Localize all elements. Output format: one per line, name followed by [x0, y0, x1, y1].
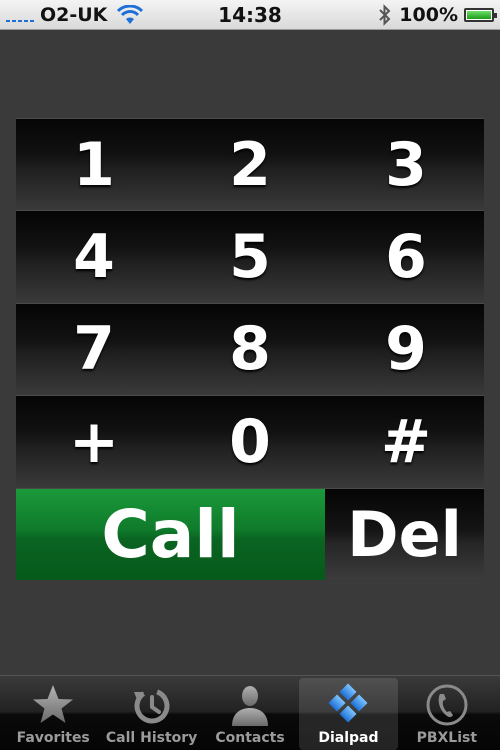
- key-1[interactable]: 1: [16, 118, 172, 211]
- tab-dialpad[interactable]: Dialpad: [299, 678, 398, 750]
- key-2[interactable]: 2: [172, 118, 328, 211]
- call-button[interactable]: Call: [16, 487, 325, 580]
- key-9[interactable]: 9: [328, 302, 484, 396]
- key-3[interactable]: 3: [328, 118, 484, 211]
- bluetooth-icon: [379, 4, 391, 26]
- battery-fill: [467, 11, 491, 19]
- key-4[interactable]: 4: [16, 210, 172, 303]
- phone-icon: [426, 684, 468, 726]
- keypad-icon: [328, 683, 368, 723]
- key-6[interactable]: 6: [328, 210, 484, 303]
- delete-button[interactable]: Del: [325, 487, 484, 580]
- key-plus[interactable]: +: [16, 395, 172, 488]
- tab-call-history[interactable]: Call History: [102, 678, 200, 750]
- history-icon: [133, 688, 170, 724]
- key-0[interactable]: 0: [172, 395, 328, 488]
- dialpad-action-row: Call Del: [16, 487, 484, 580]
- tab-favorites[interactable]: Favorites: [4, 678, 102, 750]
- key-5[interactable]: 5: [172, 210, 328, 303]
- dialpad: 1 2 3 4 5 6 7 8 9 + 0 # Call Del: [16, 118, 484, 580]
- status-bar: O2-UK 14:38 100%: [0, 0, 500, 30]
- battery-percent: 100%: [399, 4, 458, 26]
- key-8[interactable]: 8: [172, 302, 328, 396]
- tab-bar: Favorites Call History Contacts Dialpad …: [0, 675, 500, 750]
- star-icon: [33, 685, 74, 723]
- person-icon: [232, 686, 269, 726]
- key-hash[interactable]: #: [328, 395, 484, 488]
- key-7[interactable]: 7: [16, 302, 172, 396]
- battery-icon: [464, 8, 497, 22]
- tab-contacts[interactable]: Contacts: [201, 678, 299, 750]
- tab-pbxlist[interactable]: PBXList: [398, 678, 496, 750]
